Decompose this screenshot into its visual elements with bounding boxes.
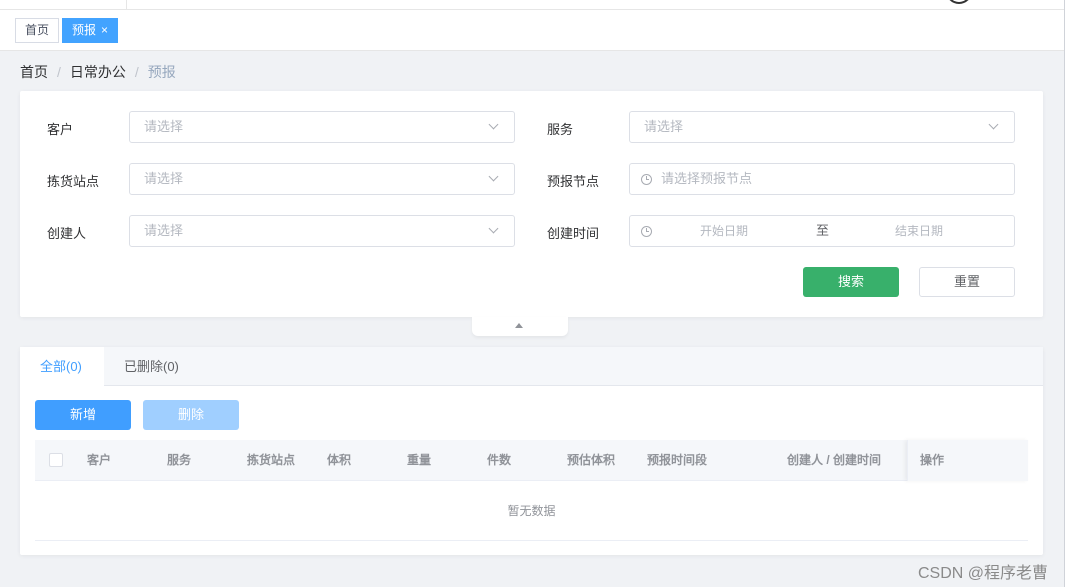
station-select[interactable]: 请选择 [129, 163, 515, 195]
select-all-checkbox[interactable] [49, 453, 63, 467]
table-header: 客户 服务 拣货站点 体积 重量 件数 预估体积 预报时间段 创建人 / 创建时… [35, 440, 1028, 481]
delete-button[interactable]: 删除 [143, 400, 239, 430]
navbar-divider [126, 0, 127, 10]
watermark: CSDN @程序老曹 [918, 565, 1049, 582]
tab-all[interactable]: 全部(0) [20, 347, 104, 387]
tag-home[interactable]: 首页 [15, 18, 60, 43]
chevron-down-icon [488, 223, 499, 234]
chevron-down-icon [488, 171, 499, 182]
column-header[interactable]: 预报时间段 [647, 440, 707, 481]
customer-label: 客户 [47, 122, 74, 137]
tag-home-label: 首页 [25, 23, 50, 37]
search-form-card: 客户 请选择 服务 请选择 拣货站点 请选择 预报节点 请选择预报节点 创建人 … [20, 91, 1043, 317]
chevron-down-icon [988, 119, 999, 130]
column-header[interactable]: 重量 [407, 440, 431, 481]
tag-forecast-label: 预报 [72, 23, 97, 37]
creator-label: 创建人 [47, 226, 87, 241]
tab-deleted[interactable]: 已删除(0) [124, 347, 179, 386]
node-placeholder: 请选择预报节点 [661, 171, 753, 186]
clock-icon [641, 174, 652, 185]
breadcrumb-separator: / [57, 64, 61, 80]
service-select[interactable]: 请选择 [629, 111, 1015, 143]
table-card: 全部(0) 已删除(0) 新增 删除 客户 服务 拣货站点 体积 重量 件数 预… [20, 347, 1043, 555]
fixed-column-header: 操作 [907, 440, 1028, 481]
chevron-down-icon [488, 119, 499, 130]
range-end-placeholder: 结束日期 [895, 224, 944, 238]
tabs-bar: 全部(0) 已删除(0) [20, 347, 1043, 387]
column-header[interactable]: 拣货站点 [247, 440, 295, 481]
creator-select[interactable]: 请选择 [129, 215, 515, 247]
reset-button[interactable]: 重置 [919, 267, 1015, 297]
created-time-label: 创建时间 [547, 226, 600, 241]
column-header[interactable]: 预估体积 [567, 440, 615, 481]
breadcrumb-separator: / [134, 64, 139, 80]
customer-select[interactable]: 请选择 [129, 111, 515, 143]
window-edge [1064, 0, 1070, 587]
range-start-placeholder: 开始日期 [700, 224, 749, 238]
column-header[interactable]: 创建人 / 创建时间 [787, 440, 881, 481]
close-icon[interactable]: × [101, 23, 108, 37]
caret-up-icon [515, 323, 523, 328]
collapse-toggle[interactable] [472, 317, 568, 336]
breadcrumb-home[interactable]: 首页 [20, 64, 48, 80]
node-time-picker[interactable]: 请选择预报节点 [629, 163, 1015, 195]
column-header[interactable]: 服务 [167, 440, 191, 481]
column-header-actions: 操作 [920, 453, 945, 467]
range-separator: 至 [816, 223, 830, 238]
tags-view-bar: 首页 预报 × [0, 10, 1064, 51]
top-navbar [0, 0, 1064, 10]
clock-icon [641, 226, 652, 237]
column-header[interactable]: 客户 [87, 440, 111, 481]
service-label: 服务 [547, 122, 574, 137]
avatar[interactable] [946, 0, 972, 4]
empty-state: 暂无数据 [35, 481, 1028, 541]
column-header[interactable]: 件数 [487, 440, 511, 481]
station-placeholder: 请选择 [144, 171, 184, 186]
created-time-range-picker[interactable]: 开始日期 至 结束日期 [629, 215, 1015, 247]
customer-placeholder: 请选择 [144, 119, 184, 134]
column-header[interactable]: 体积 [327, 440, 351, 481]
creator-placeholder: 请选择 [144, 223, 184, 238]
add-button[interactable]: 新增 [35, 400, 131, 430]
tag-forecast[interactable]: 预报 × [62, 18, 119, 43]
search-button[interactable]: 搜索 [803, 267, 899, 297]
node-label: 预报节点 [547, 174, 600, 189]
breadcrumb-office[interactable]: 日常办公 [70, 64, 126, 80]
breadcrumb: 首页 / 日常办公 / 预报 [20, 62, 176, 82]
service-placeholder: 请选择 [644, 119, 684, 134]
breadcrumb-current: 预报 [147, 64, 176, 80]
station-label: 拣货站点 [47, 174, 100, 189]
